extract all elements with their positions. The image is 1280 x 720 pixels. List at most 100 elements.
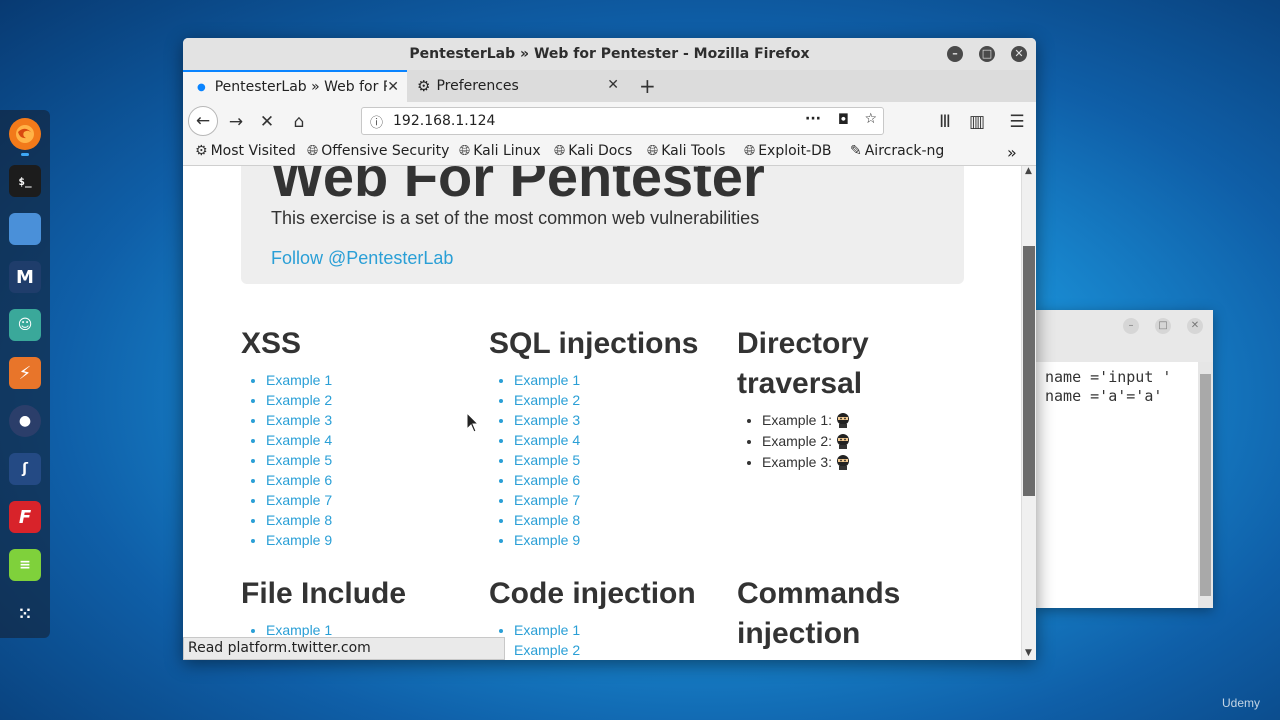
- scroll-up-icon[interactable]: ▲: [1025, 166, 1032, 176]
- sidebar-icon[interactable]: ▥: [963, 108, 991, 136]
- example-link[interactable]: Example 1: [266, 370, 481, 390]
- notes-icon[interactable]: ≡: [9, 549, 41, 581]
- pocket-icon[interactable]: ◘: [838, 112, 849, 128]
- terminal-line: name ='a'='a': [1045, 387, 1163, 405]
- menu-icon[interactable]: ☰: [1003, 108, 1031, 136]
- example-list: Example 1 Example 2 Example 3 Example 4 …: [266, 370, 481, 550]
- example-link[interactable]: Example 9: [514, 530, 729, 550]
- close-icon[interactable]: ✕: [1187, 318, 1203, 334]
- maximize-icon[interactable]: □: [979, 46, 995, 62]
- bookmark-aircrack-ng[interactable]: ✎ Aircrack-ng: [850, 143, 944, 159]
- terminal-line: name ='input ': [1045, 368, 1172, 386]
- maximize-icon[interactable]: □: [1155, 318, 1171, 334]
- terminal-scroll-thumb[interactable]: [1200, 374, 1211, 596]
- window-titlebar: PentesterLab » Web for Pentester - Mozil…: [183, 38, 1036, 70]
- example-link[interactable]: Example 8: [266, 510, 481, 530]
- example-link[interactable]: Example 7: [514, 490, 729, 510]
- maltego-icon[interactable]: ●: [9, 405, 41, 437]
- page-scrollbar[interactable]: ▲ ▼: [1021, 166, 1036, 660]
- scroll-down-icon[interactable]: ▼: [1025, 648, 1032, 658]
- globe-icon: 🌐︎: [307, 143, 319, 159]
- section-title-line: Directory: [737, 327, 869, 360]
- follow-link[interactable]: Follow @PentesterLab: [271, 248, 453, 269]
- terminal-scrollbar[interactable]: [1198, 362, 1213, 608]
- ninja-icon[interactable]: [836, 454, 850, 470]
- example-link[interactable]: Example 1: [514, 620, 729, 640]
- page-content: Web For Pentester This exercise is a set…: [183, 166, 1021, 660]
- info-icon[interactable]: ⓘ: [370, 112, 383, 131]
- ninja-icon[interactable]: [836, 433, 850, 449]
- example-link[interactable]: Example 3: [266, 410, 481, 430]
- bookmark-offensive-security[interactable]: 🌐︎ Offensive Security: [307, 143, 449, 159]
- bookmark-label: Aircrack-ng: [864, 143, 945, 159]
- example-link[interactable]: Example 5: [266, 450, 481, 470]
- scroll-thumb[interactable]: [1023, 246, 1035, 496]
- section-title: File Include: [241, 577, 407, 610]
- bookmark-exploit-db[interactable]: 🌐︎ Exploit-DB: [744, 143, 832, 159]
- navigation-toolbar: ← → ✕ ⌂ ⓘ 192.168.1.124 ··· ◘ ☆ Ⅲ ▥ ☰: [183, 102, 1036, 140]
- example-list: Example 1: Example 2: Example 3:: [762, 410, 977, 473]
- metasploit-icon[interactable]: M: [9, 261, 41, 293]
- tab-preferences[interactable]: ⚙ Preferences ✕: [409, 70, 627, 102]
- page-title: Web For Pentester: [271, 166, 765, 208]
- bookmark-kali-tools[interactable]: 🌐︎ Kali Tools: [647, 143, 725, 159]
- bookmark-most-visited[interactable]: ⚙ Most Visited: [195, 143, 296, 159]
- tab-close-icon[interactable]: ✕: [607, 77, 619, 93]
- example-link[interactable]: Example 2: [514, 390, 729, 410]
- apps-grid-icon[interactable]: ⁙: [9, 597, 41, 629]
- example-link[interactable]: Example 2: [266, 390, 481, 410]
- section-file-include: File Include Example 1: [241, 574, 481, 640]
- home-button[interactable]: ⌂: [285, 108, 313, 136]
- bookmark-label: Kali Linux: [473, 143, 541, 159]
- example-link[interactable]: Example 4: [266, 430, 481, 450]
- terminal-icon[interactable]: $_: [9, 165, 41, 197]
- firefox-icon[interactable]: [9, 118, 41, 150]
- section-code-injection: Code injection Example 1 Example 2: [489, 574, 729, 660]
- example-link[interactable]: Example 1: [514, 370, 729, 390]
- bookmarks-overflow-icon[interactable]: »: [1007, 143, 1017, 162]
- back-button[interactable]: ←: [188, 106, 218, 136]
- section-title: Commands injection: [737, 574, 977, 654]
- example-link[interactable]: Example 4: [514, 430, 729, 450]
- close-icon[interactable]: ✕: [1011, 46, 1027, 62]
- bookmark-kali-docs[interactable]: 🌐︎ Kali Docs: [554, 143, 632, 159]
- burpsuite-icon[interactable]: ⚡: [9, 357, 41, 389]
- example-item: Example 3:: [762, 452, 977, 473]
- example-list: Example 1 Example 2: [514, 620, 729, 660]
- url-text: 192.168.1.124: [393, 113, 496, 129]
- beef-icon[interactable]: ʃ: [9, 453, 41, 485]
- section-title: XSS: [241, 327, 302, 360]
- faraday-icon[interactable]: F: [9, 501, 41, 533]
- terminal-output[interactable]: name ='input ' name ='a'='a': [1036, 362, 1198, 608]
- tab-close-icon[interactable]: ✕: [387, 79, 399, 95]
- example-link[interactable]: Example 2: [514, 640, 729, 660]
- armitage-icon[interactable]: ☺: [9, 309, 41, 341]
- library-icon[interactable]: Ⅲ: [931, 108, 959, 136]
- example-link[interactable]: Example 6: [514, 470, 729, 490]
- example-link[interactable]: Example 8: [514, 510, 729, 530]
- files-icon[interactable]: [9, 213, 41, 245]
- firefox-active-indicator: [21, 153, 29, 156]
- example-link[interactable]: Example 3: [514, 410, 729, 430]
- tab-pentesterlab[interactable]: ● PentesterLab » Web for P ✕: [183, 70, 407, 102]
- example-link[interactable]: Example 9: [266, 530, 481, 550]
- example-link[interactable]: Example 7: [266, 490, 481, 510]
- minimize-icon[interactable]: –: [947, 46, 963, 62]
- dock: $_ M ☺ ⚡ ● ʃ F ≡ ⁙: [0, 110, 50, 638]
- forward-button[interactable]: →: [222, 108, 250, 136]
- bookmark-label: Kali Tools: [661, 143, 726, 159]
- page-actions-icon[interactable]: ···: [805, 111, 821, 127]
- loading-dot-icon: ●: [197, 81, 206, 93]
- stop-button[interactable]: ✕: [253, 108, 281, 136]
- new-tab-button[interactable]: +: [639, 74, 656, 98]
- example-link[interactable]: Example 6: [266, 470, 481, 490]
- example-link[interactable]: Example 5: [514, 450, 729, 470]
- ninja-icon[interactable]: [836, 412, 850, 428]
- bookmark-kali-linux[interactable]: 🌐︎ Kali Linux: [459, 143, 541, 159]
- example-item: Example 1:: [762, 410, 977, 431]
- section-title-line: traversal: [737, 367, 863, 400]
- bookmark-star-icon[interactable]: ☆: [864, 111, 877, 127]
- tab-bar: ● PentesterLab » Web for P ✕ ⚙ Preferenc…: [183, 70, 1036, 102]
- minimize-icon[interactable]: –: [1123, 318, 1139, 334]
- url-bar[interactable]: ⓘ 192.168.1.124 ··· ◘ ☆: [361, 107, 884, 135]
